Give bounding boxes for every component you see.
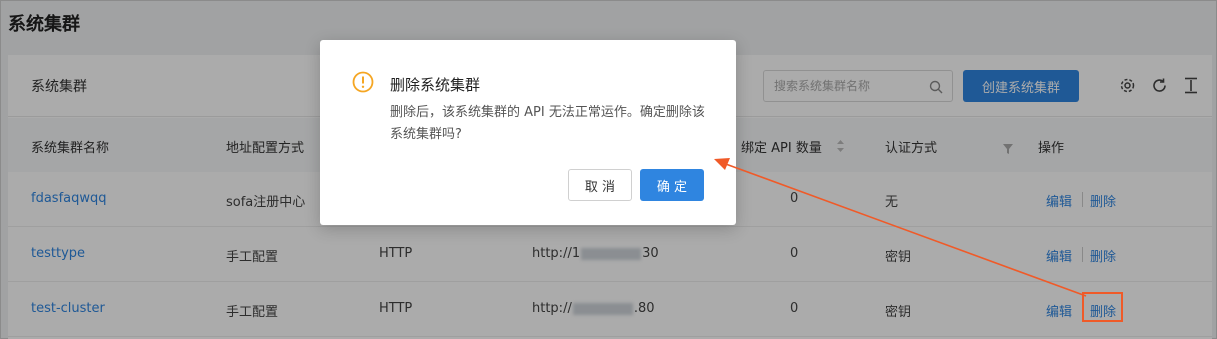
confirm-button[interactable]: 确 定 bbox=[640, 169, 704, 201]
cancel-button[interactable]: 取 消 bbox=[568, 169, 632, 201]
dialog-title: 删除系统集群 bbox=[390, 76, 481, 94]
dialog-message: 删除后，该系统集群的 API 无法正常运作。确定删除该系统集群吗? bbox=[390, 105, 705, 142]
warning-icon bbox=[352, 71, 374, 97]
delete-confirm-dialog: 删除系统集群 删除后，该系统集群的 API 无法正常运作。确定删除该系统集群吗?… bbox=[320, 40, 736, 225]
highlight-annotation-box bbox=[1082, 292, 1123, 322]
